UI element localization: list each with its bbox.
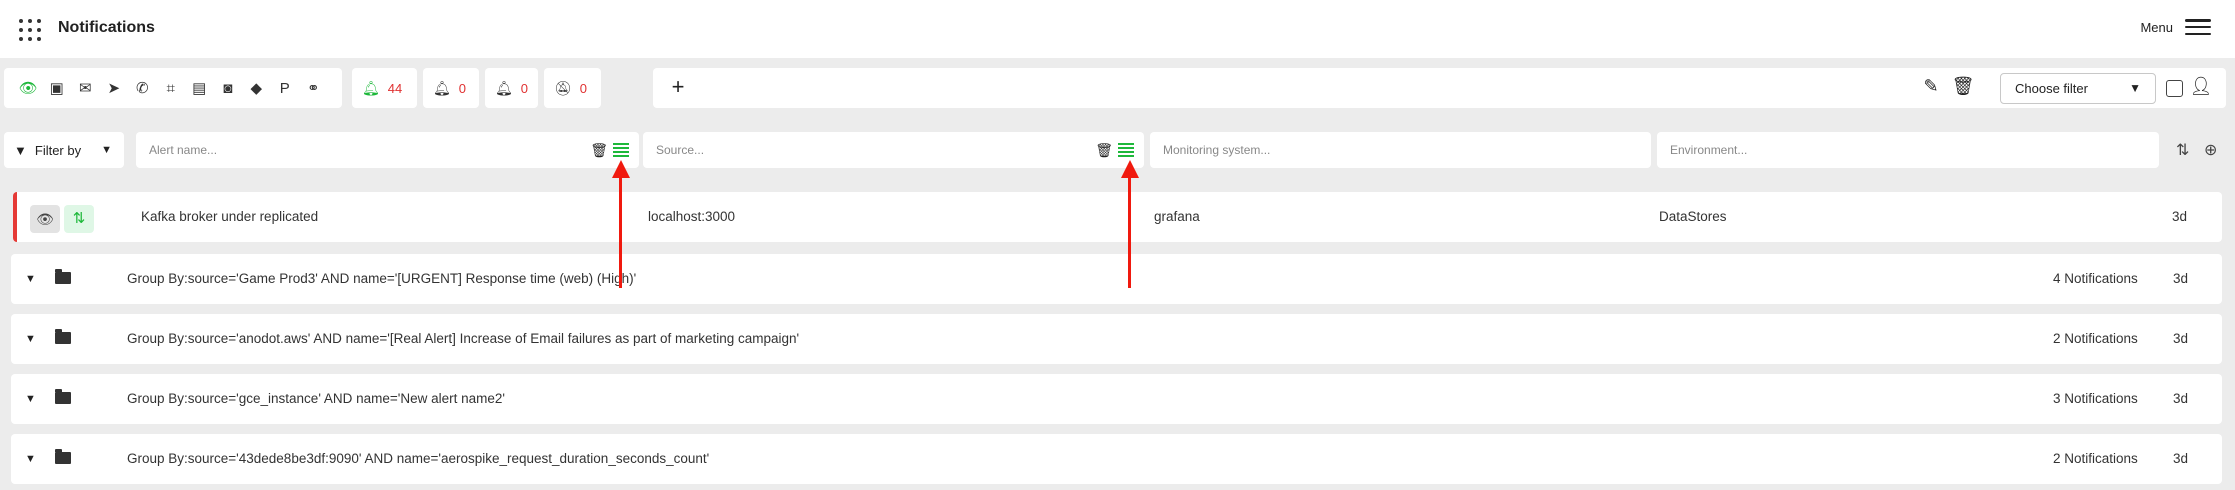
bell-off-icon: 🔕︎ bbox=[554, 79, 572, 96]
acknowledged-count: 0 bbox=[458, 80, 467, 96]
sort-arrows-icon[interactable]: ⇅ bbox=[64, 205, 94, 233]
filter-by-label: Filter by bbox=[34, 142, 82, 158]
list-icon[interactable] bbox=[1118, 143, 1134, 157]
environment-input[interactable]: Environment... bbox=[1657, 132, 2159, 168]
group-count: 2 Notifications bbox=[2053, 331, 2138, 346]
expand-caret-icon[interactable]: ▼ bbox=[25, 314, 36, 364]
folder-icon bbox=[55, 269, 71, 284]
page-title: Notifications bbox=[58, 19, 155, 36]
alert-source: localhost:3000 bbox=[648, 209, 736, 224]
muted-count: 0 bbox=[579, 80, 588, 96]
group-label: Group By:source='Game Prod3' AND name='[… bbox=[127, 271, 637, 286]
muted-counter[interactable]: 🔕︎ 0 bbox=[544, 68, 601, 108]
chevron-down-icon: ▼ bbox=[2129, 81, 2141, 95]
toolbar: 👁 ▣ ✉ ➤ ✆ ⌗ ▤ ◙ ◆ P ⚭ 🔔︎ 44 🔔︎ 0 🔔︎ 0 🔕︎… bbox=[0, 68, 2235, 110]
trash-icon[interactable]: 🗑︎ bbox=[1951, 76, 1975, 100]
alert-monitoring: grafana bbox=[1154, 209, 1200, 224]
alerts-counter[interactable]: 🔔︎ 44 bbox=[352, 68, 417, 108]
caret-down-icon: ▼ bbox=[101, 144, 112, 156]
alert-age: 3d bbox=[2172, 209, 2188, 224]
message-icon[interactable]: ▤ bbox=[185, 68, 214, 108]
group-age: 3d bbox=[2173, 331, 2189, 346]
group-row[interactable]: ▼ Group By:source='43dede8be3df:9090' AN… bbox=[11, 434, 2222, 484]
monitoring-system-input[interactable]: Monitoring system... bbox=[1150, 132, 1651, 168]
discord-icon[interactable]: ◙ bbox=[214, 68, 243, 108]
environment-placeholder: Environment... bbox=[1670, 143, 1748, 157]
group-row[interactable]: ▼ Group By:source='Game Prod3' AND name=… bbox=[11, 254, 2222, 304]
folder-icon bbox=[55, 389, 71, 404]
group-label: Group By:source='anodot.aws' AND name='[… bbox=[127, 331, 800, 346]
teams-icon[interactable]: ▣ bbox=[43, 68, 72, 108]
eye-icon[interactable]: 👁 bbox=[14, 68, 43, 108]
group-row[interactable]: ▼ Group By:source='gce_instance' AND nam… bbox=[11, 374, 2222, 424]
monitoring-placeholder: Monitoring system... bbox=[1163, 143, 1271, 157]
phone-icon[interactable]: ✆ bbox=[128, 68, 157, 108]
group-row[interactable]: ▼ Group By:source='anodot.aws' AND name=… bbox=[11, 314, 2222, 364]
add-circle-icon[interactable]: ⊕ bbox=[2204, 140, 2217, 160]
clear-source-icon[interactable]: 🗑︎ bbox=[1095, 132, 1113, 168]
sort-icon[interactable]: ⇅ bbox=[2176, 140, 2189, 160]
alerts-count: 44 bbox=[387, 80, 403, 96]
webhook-icon[interactable]: ⚭ bbox=[299, 68, 328, 108]
app-header: Notifications Menu bbox=[0, 0, 2235, 58]
source-input[interactable]: Source... 🗑︎ bbox=[643, 132, 1144, 168]
annotation-arrow bbox=[1128, 176, 1131, 288]
group-age: 3d bbox=[2173, 451, 2189, 466]
expand-caret-icon[interactable]: ▼ bbox=[25, 434, 36, 484]
menu-label: Menu bbox=[2140, 19, 2173, 35]
annotation-arrow bbox=[619, 176, 622, 288]
group-count: 3 Notifications bbox=[2053, 391, 2138, 406]
alert-name-input[interactable]: Alert name... 🗑︎ bbox=[136, 132, 639, 168]
alert-environment: DataStores bbox=[1659, 209, 1727, 224]
apps-grid-icon[interactable] bbox=[19, 19, 41, 41]
group-age: 3d bbox=[2173, 391, 2189, 406]
user-check-icon[interactable]: 👤︎ bbox=[2189, 76, 2213, 100]
hamburger-icon bbox=[2185, 19, 2211, 35]
filter-by-dropdown[interactable]: ▼ Filter by ▼ bbox=[4, 132, 124, 168]
escalated-counter[interactable]: 🔔︎ 0 bbox=[485, 68, 538, 108]
list-icon[interactable] bbox=[613, 143, 629, 157]
alert-name-placeholder: Alert name... bbox=[149, 143, 218, 157]
choose-filter-label: Choose filter bbox=[2015, 81, 2088, 96]
email-icon[interactable]: ✉ bbox=[71, 68, 100, 108]
group-age: 3d bbox=[2173, 271, 2189, 286]
group-count: 4 Notifications bbox=[2053, 271, 2138, 286]
slack-icon[interactable]: ⌗ bbox=[157, 68, 186, 108]
git-icon[interactable]: ◆ bbox=[242, 68, 271, 108]
select-all-checkbox[interactable] bbox=[2166, 80, 2183, 97]
alert-row[interactable]: 👁 ⇅ Kafka broker under replicated localh… bbox=[13, 192, 2222, 242]
acknowledged-counter[interactable]: 🔔︎ 0 bbox=[423, 68, 479, 108]
folder-icon bbox=[55, 449, 71, 464]
funnel-icon: ▼ bbox=[14, 142, 27, 158]
pagerduty-icon[interactable]: P bbox=[271, 68, 300, 108]
group-label: Group By:source='43dede8be3df:9090' AND … bbox=[127, 451, 710, 466]
expand-caret-icon[interactable]: ▼ bbox=[25, 254, 36, 304]
alert-name: Kafka broker under replicated bbox=[141, 209, 319, 224]
choose-filter-select[interactable]: Choose filter ▼ bbox=[2000, 73, 2156, 104]
bell-icon: 🔔︎ bbox=[362, 79, 380, 96]
menu-button[interactable]: Menu bbox=[2140, 19, 2211, 35]
folder-icon bbox=[55, 329, 71, 344]
eye-icon[interactable]: 👁 bbox=[30, 205, 60, 233]
bell-alert-icon: 🔔︎ bbox=[495, 79, 513, 96]
filter-row: ▼ Filter by ▼ Alert name... 🗑︎ Source...… bbox=[0, 130, 2235, 170]
channel-filter-bar: 👁 ▣ ✉ ➤ ✆ ⌗ ▤ ◙ ◆ P ⚭ bbox=[4, 68, 342, 108]
clear-alert-name-icon[interactable]: 🗑︎ bbox=[590, 132, 608, 168]
source-placeholder: Source... bbox=[656, 143, 705, 157]
group-label: Group By:source='gce_instance' AND name=… bbox=[127, 391, 506, 406]
edit-filter-icon[interactable]: ✎ bbox=[1919, 76, 1943, 100]
expand-caret-icon[interactable]: ▼ bbox=[25, 374, 36, 424]
telegram-icon[interactable]: ➤ bbox=[100, 68, 129, 108]
group-count: 2 Notifications bbox=[2053, 451, 2138, 466]
actions-bar: + ✎ 🗑︎ Choose filter ▼ 👤︎ bbox=[653, 68, 2226, 108]
add-tab-button[interactable]: + bbox=[665, 74, 691, 102]
escalated-count: 0 bbox=[520, 80, 529, 96]
bell-check-icon: 🔔︎ bbox=[433, 79, 451, 96]
